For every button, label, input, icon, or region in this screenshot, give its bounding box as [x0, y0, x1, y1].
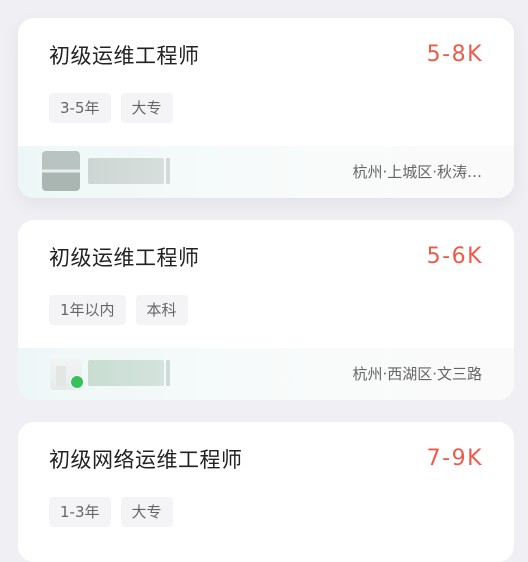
- job-card[interactable]: 初级运维工程师 5-6K 1年以内 本科 杭州·西湖区·文三路: [18, 220, 514, 400]
- company-name-blurred: [88, 158, 164, 184]
- company-name-blurred: [88, 360, 164, 386]
- education-tag: 大专: [120, 93, 173, 123]
- company-name-blurred-edge: [166, 360, 170, 386]
- job-location: 杭州·西湖区·文三路: [352, 365, 482, 383]
- job-card[interactable]: 初级网络运维工程师 7-9K 1-3年 大专: [18, 422, 514, 562]
- job-tags: 1-3年 大专: [49, 497, 173, 527]
- job-location: 杭州·上城区·秋涛…: [352, 163, 482, 181]
- experience-tag: 3-5年: [49, 93, 111, 123]
- education-tag: 本科: [135, 295, 188, 325]
- building-shape: [56, 366, 66, 386]
- job-salary: 5-8K: [426, 42, 483, 67]
- job-list: 初级运维工程师 5-8K 3-5年 大专 杭州·上城区·秋涛… 初级运维工程师 …: [0, 0, 528, 562]
- company-row[interactable]: 杭州·上城区·秋涛…: [18, 146, 514, 198]
- experience-tag: 1-3年: [49, 497, 111, 527]
- job-title: 初级运维工程师: [49, 44, 200, 68]
- job-title: 初级网络运维工程师: [49, 448, 243, 472]
- online-status-dot-icon: [70, 375, 84, 389]
- job-tags: 3-5年 大专: [49, 93, 173, 123]
- education-tag: 大专: [120, 497, 173, 527]
- job-salary: 7-9K: [426, 446, 483, 471]
- company-logo-icon: [42, 151, 80, 191]
- job-title: 初级运维工程师: [49, 246, 200, 270]
- company-row[interactable]: 杭州·西湖区·文三路: [18, 348, 514, 400]
- company-name-blurred-edge: [166, 158, 170, 184]
- job-tags: 1年以内 本科: [49, 295, 188, 325]
- experience-tag: 1年以内: [49, 295, 126, 325]
- job-card[interactable]: 初级运维工程师 5-8K 3-5年 大专 杭州·上城区·秋涛…: [18, 18, 514, 198]
- job-salary: 5-6K: [426, 244, 483, 269]
